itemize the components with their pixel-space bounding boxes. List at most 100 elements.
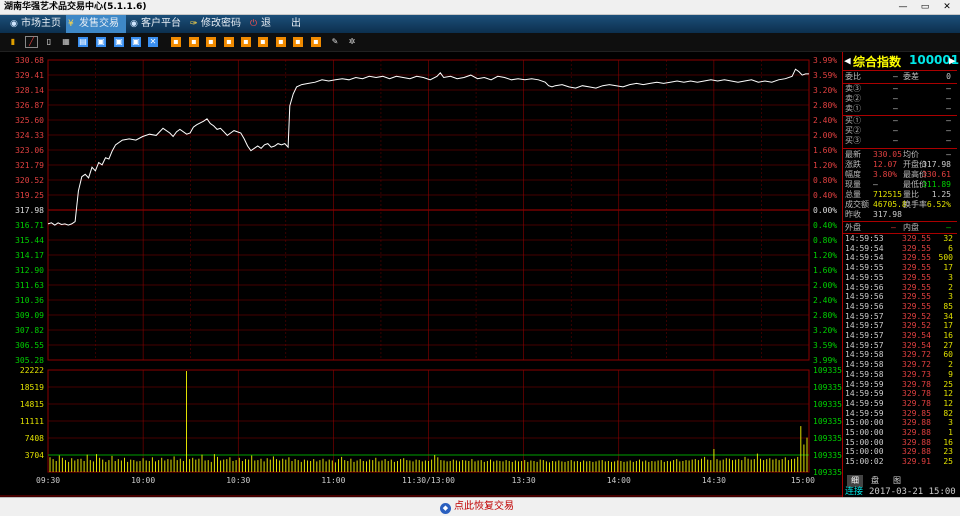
restore-trading-button[interactable]: ◆ 点此恢复交易	[440, 500, 514, 514]
grid-icon[interactable]: ▦	[61, 37, 71, 47]
orange-tool-5-icon[interactable]: ▪	[241, 37, 251, 47]
price-tick-label: 324.33	[15, 131, 44, 140]
wrench-icon: ✑	[190, 19, 198, 29]
maximize-button[interactable]: ▭	[915, 1, 935, 13]
close-box-icon[interactable]: ✕	[148, 37, 158, 47]
tick-volume: 3	[948, 418, 953, 428]
tick-time: 14:59:57	[845, 321, 884, 331]
next-index-arrow-icon[interactable]: ▶	[949, 54, 956, 67]
price-tick-label: 311.63	[15, 281, 44, 290]
trade-tick-row: 14:59:58 329.73 9	[845, 370, 955, 380]
quote-value: 330.61	[922, 170, 951, 179]
list-icon[interactable]: ▤	[78, 37, 88, 47]
tab-detail[interactable]: 细	[847, 475, 863, 487]
orange-tool-8-icon[interactable]: ▪	[293, 37, 303, 47]
menu-issue-trading[interactable]: ¥ 发售交易	[66, 15, 126, 33]
divider	[843, 148, 957, 149]
percent-tick-label: 1.20%	[813, 161, 837, 170]
orange-tool-1-icon[interactable]: ▪	[171, 37, 181, 47]
tick-price: 329.55	[902, 301, 931, 311]
order-volume: —	[946, 84, 951, 93]
tick-time: 14:59:54	[845, 253, 884, 263]
trade-tick-row: 15:00:00 329.88 23	[845, 447, 955, 457]
orange-tool-2-icon[interactable]: ▪	[189, 37, 199, 47]
order-volume: —	[946, 104, 951, 113]
tick-time: 14:59:58	[845, 369, 884, 379]
inner-volume-label: 内盘	[903, 223, 919, 232]
tab-chart[interactable]: 图	[889, 475, 905, 487]
prev-index-arrow-icon[interactable]: ◀	[844, 54, 851, 67]
intraday-chart[interactable]: 330.68 3.99% 329.41 3.59% 328.14 3.20% 326.87 2…	[0, 52, 842, 497]
order-level-label: 卖②	[845, 94, 861, 103]
amount-tick-label: 10933569	[813, 451, 842, 460]
menu-client-platform[interactable]: ◉ 客户平台	[128, 15, 186, 33]
bar-chart-icon[interactable]: ▮	[8, 37, 18, 47]
tab-book[interactable]: 盘	[867, 475, 883, 487]
time-tick-label: 10:00	[131, 476, 155, 485]
order-price: —	[893, 84, 898, 93]
orange-tool-6-icon[interactable]: ▪	[258, 37, 268, 47]
tick-time: 14:59:57	[845, 340, 884, 350]
order-volume: —	[946, 94, 951, 103]
amount-tick-label: 10933571	[813, 417, 842, 426]
order-level-label: 买③	[845, 136, 861, 145]
trade-tick-row: 14:59:53 329.55 32	[845, 234, 955, 244]
candlestick-icon[interactable]: ▯	[44, 37, 54, 47]
tick-time: 14:59:56	[845, 282, 884, 292]
price-tick-label: 316.71	[15, 221, 44, 230]
order-volume: —	[946, 116, 951, 125]
tick-price: 329.91	[902, 457, 931, 467]
line-chart-icon[interactable]: ╱	[25, 36, 38, 48]
time-tick-label: 11:30/13:00	[402, 476, 455, 485]
order-level-label: 买①	[845, 116, 861, 125]
pencil-icon[interactable]: ✎	[330, 37, 340, 47]
tick-volume: 1	[948, 428, 953, 437]
trade-tick-row: 14:59:57 329.54 16	[845, 331, 955, 341]
order-book-row: 买② — —	[845, 126, 955, 136]
trade-tick-row: 14:59:59 329.78 12	[845, 399, 955, 409]
quote-row: 幅度 3.80% 最高价 330.61	[845, 170, 955, 180]
trade-tick-row: 14:59:56 329.55 3	[845, 292, 955, 302]
tick-price: 329.55	[902, 234, 931, 243]
divider	[843, 70, 957, 71]
menu-exit[interactable]: ⏻ 退 出	[248, 15, 306, 33]
price-tick-label: 319.25	[15, 191, 44, 200]
quote-label: 量比	[903, 190, 919, 199]
volume-tick-label: 22222	[20, 366, 44, 375]
restore-icon: ◆	[440, 503, 451, 514]
app-title: 湖南华强艺术品交易中心(5.1.1.6)	[4, 2, 147, 12]
gear-icon[interactable]: ✲	[347, 37, 357, 47]
window-alt-icon[interactable]: ▣	[114, 37, 124, 47]
refresh-icon[interactable]: ▣	[131, 37, 141, 47]
yen-icon: ¥	[68, 19, 74, 29]
tick-volume: 3	[948, 272, 953, 282]
tick-price: 329.55	[902, 253, 931, 263]
volume-tick-label: 3704	[25, 451, 44, 460]
trade-tick-row: 14:59:56 329.55 2	[845, 283, 955, 293]
order-book-row: 卖① — —	[845, 104, 955, 114]
price-tick-label: 310.36	[15, 296, 44, 305]
order-book-row: 买① — —	[845, 116, 955, 126]
trade-tick-row: 14:59:57 329.52 34	[845, 312, 955, 322]
amount-tick-label: 10933574	[813, 366, 842, 375]
window-icon[interactable]: ▣	[96, 37, 106, 47]
tick-volume: 85	[943, 301, 953, 311]
menu-market-home[interactable]: ◉ 市场主页	[8, 15, 66, 33]
tick-volume: 17	[943, 321, 953, 331]
orange-tool-3-icon[interactable]: ▪	[206, 37, 216, 47]
panel-tabs: 细 盘 图	[843, 475, 957, 487]
orange-tool-9-icon[interactable]: ▪	[311, 37, 321, 47]
tick-volume: 16	[943, 331, 953, 340]
close-button[interactable]: ✕	[937, 1, 957, 13]
menu-change-password[interactable]: ✑ 修改密码	[188, 15, 248, 33]
trade-tick-row: 14:59:58 329.72 2	[845, 360, 955, 370]
orange-tool-7-icon[interactable]: ▪	[276, 37, 286, 47]
order-book-row: 买③ — —	[845, 136, 955, 146]
order-price: —	[893, 136, 898, 145]
amount-tick-label: 10933570	[813, 434, 842, 443]
orange-tool-4-icon[interactable]: ▪	[224, 37, 234, 47]
tick-time: 14:59:59	[845, 379, 884, 389]
price-tick-label: 323.06	[15, 146, 44, 155]
minimize-button[interactable]: —	[893, 1, 913, 13]
tick-time: 15:00:00	[845, 447, 884, 457]
